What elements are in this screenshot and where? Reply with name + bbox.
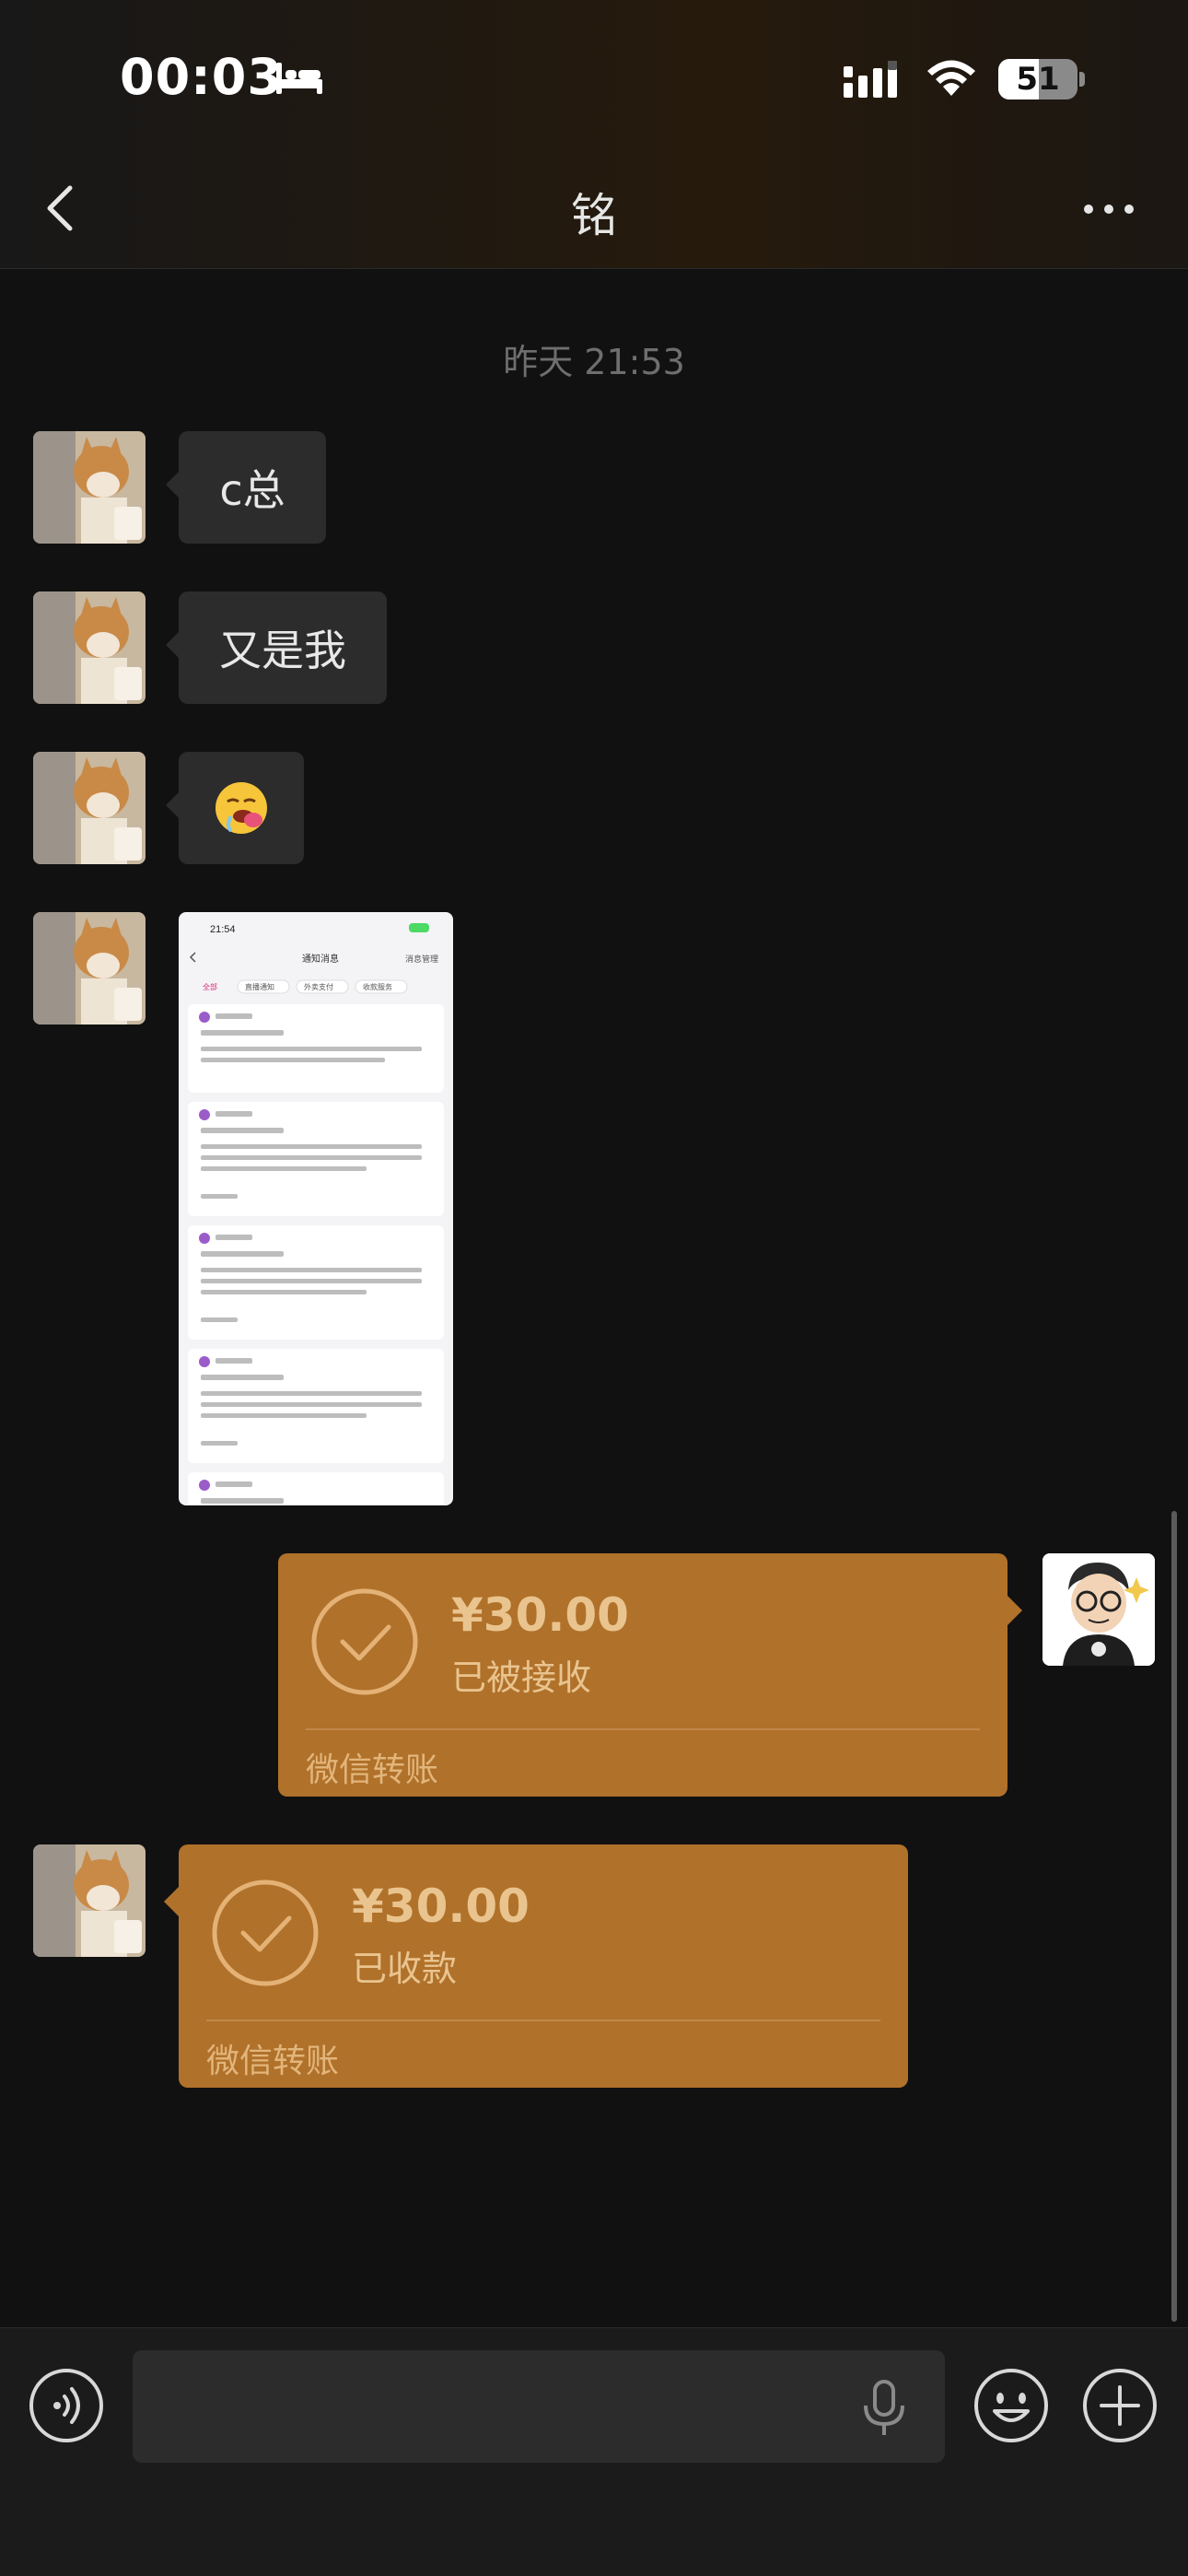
transfer-divider <box>206 2020 880 2021</box>
top-bar: 00:03 51 铭 <box>0 0 1188 269</box>
thumbnail-tab: 外卖支付 <box>304 982 333 991</box>
transfer-divider <box>306 1728 980 1730</box>
contact-avatar[interactable] <box>33 912 146 1025</box>
chevron-left-icon[interactable] <box>37 175 83 241</box>
sleep-focus-icon <box>276 63 322 94</box>
transfer-footer: 微信转账 <box>306 1751 439 1789</box>
check-circle-icon <box>212 1879 319 1986</box>
battery-indicator: 51 <box>998 59 1077 100</box>
transfer-card-received[interactable]: ¥30.00 已收款 微信转账 <box>164 1844 908 2088</box>
wifi-icon <box>927 60 975 96</box>
cellular-signal-icon <box>844 61 897 98</box>
message-bubble[interactable]: c总 <box>166 431 326 544</box>
transfer-amount: ¥30.00 <box>451 1588 629 1642</box>
scrollbar[interactable] <box>1171 1511 1177 2322</box>
message-bubble[interactable]: 又是我 <box>166 591 387 704</box>
plus-icon[interactable] <box>1081 2367 1159 2444</box>
transfer-status: 已收款 <box>352 1949 458 1989</box>
message-bubble[interactable] <box>166 752 304 864</box>
transfer-status: 已被接收 <box>451 1657 592 1698</box>
contact-avatar[interactable] <box>33 431 146 544</box>
input-bar <box>0 2327 1188 2576</box>
chat-screen: 00:03 51 铭 昨天 21:53 c总 又是我 21:54 通知消息 消息… <box>0 0 1188 2576</box>
thumbnail-title: 通知消息 <box>302 953 339 965</box>
transfer-footer: 微信转账 <box>206 2043 340 2080</box>
thumbnail-tab: 全部 <box>203 982 217 991</box>
contact-avatar[interactable] <box>33 1844 146 1957</box>
time-divider: 昨天 21:53 <box>503 342 685 382</box>
thumbnail-tab: 直播通知 <box>245 982 274 991</box>
status-time: 00:03 <box>120 48 283 106</box>
contact-avatar[interactable] <box>33 752 146 864</box>
thumbnail-time: 21:54 <box>210 924 236 935</box>
thumbnail-content: 21:54 通知消息 消息管理 全部 直播通知 外卖支付 收款服务 <box>188 923 444 1505</box>
contact-avatar[interactable] <box>33 591 146 704</box>
screenshot-thumbnail[interactable]: 21:54 通知消息 消息管理 全部 直播通知 外卖支付 收款服务 <box>179 912 453 1505</box>
microphone-icon[interactable] <box>858 2378 910 2439</box>
battery-percent: 51 <box>1016 61 1060 98</box>
self-avatar[interactable] <box>1042 1553 1155 1666</box>
emoji-icon[interactable] <box>973 2367 1050 2444</box>
transfer-amount: ¥30.00 <box>352 1879 530 1933</box>
more-dots-icon[interactable] <box>1079 193 1138 225</box>
thumbnail-action: 消息管理 <box>405 954 438 964</box>
battery-tip <box>1079 72 1085 87</box>
transfer-card-sent[interactable]: ¥30.00 已被接收 微信转账 <box>278 1553 1022 1797</box>
chat-title: 铭 <box>571 189 617 242</box>
check-circle-icon <box>311 1588 418 1695</box>
voice-wave-icon[interactable] <box>28 2367 105 2444</box>
message-input[interactable] <box>133 2350 945 2463</box>
thumbnail-tab: 收款服务 <box>363 982 392 991</box>
drooling-face-emoji <box>215 782 267 834</box>
